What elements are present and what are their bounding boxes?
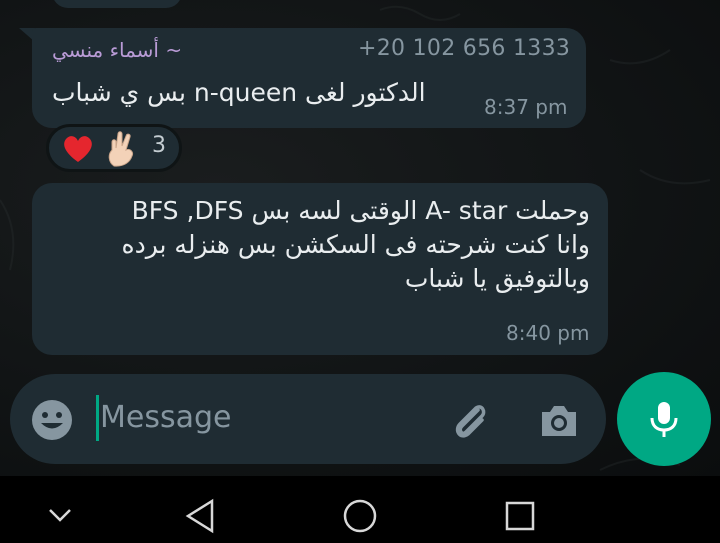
- message-line: وبالتوفيق يا شباب: [404, 264, 590, 293]
- message-line: وانا كنت شرحته فى السكشن بس هنزله برده: [121, 230, 590, 259]
- message-time-2: 8:40 pm: [506, 321, 590, 345]
- crossed-fingers-icon: [108, 131, 133, 167]
- attach-icon[interactable]: [448, 398, 494, 444]
- previous-message-bubble-edge: [52, 0, 182, 8]
- mic-icon: [650, 402, 678, 437]
- red-heart-icon: [64, 136, 92, 162]
- message-time-1: 8:37 pm: [484, 95, 568, 119]
- message-input[interactable]: Message: [100, 400, 231, 435]
- sender-name[interactable]: ~ أسماء منسي: [52, 38, 182, 62]
- message-text-1: الدكتور لغى n-queen بس ي شباب: [52, 78, 426, 107]
- emoji-icon[interactable]: [30, 398, 74, 442]
- message-text-2: وحملت A- star الوقتى لسه بس BFS ,DFS وان…: [70, 194, 590, 296]
- camera-icon[interactable]: [536, 398, 582, 444]
- message-line: وحملت A- star الوقتى لسه بس BFS ,DFS: [131, 196, 590, 225]
- sender-phone: +20 102 656 1333: [358, 36, 571, 61]
- reaction-count: 3: [152, 133, 166, 158]
- chevron-down-icon[interactable]: [46, 503, 74, 527]
- home-circle-icon[interactable]: [342, 498, 378, 534]
- back-triangle-icon[interactable]: [184, 498, 216, 534]
- recents-square-icon[interactable]: [504, 500, 536, 532]
- text-cursor: [96, 395, 99, 441]
